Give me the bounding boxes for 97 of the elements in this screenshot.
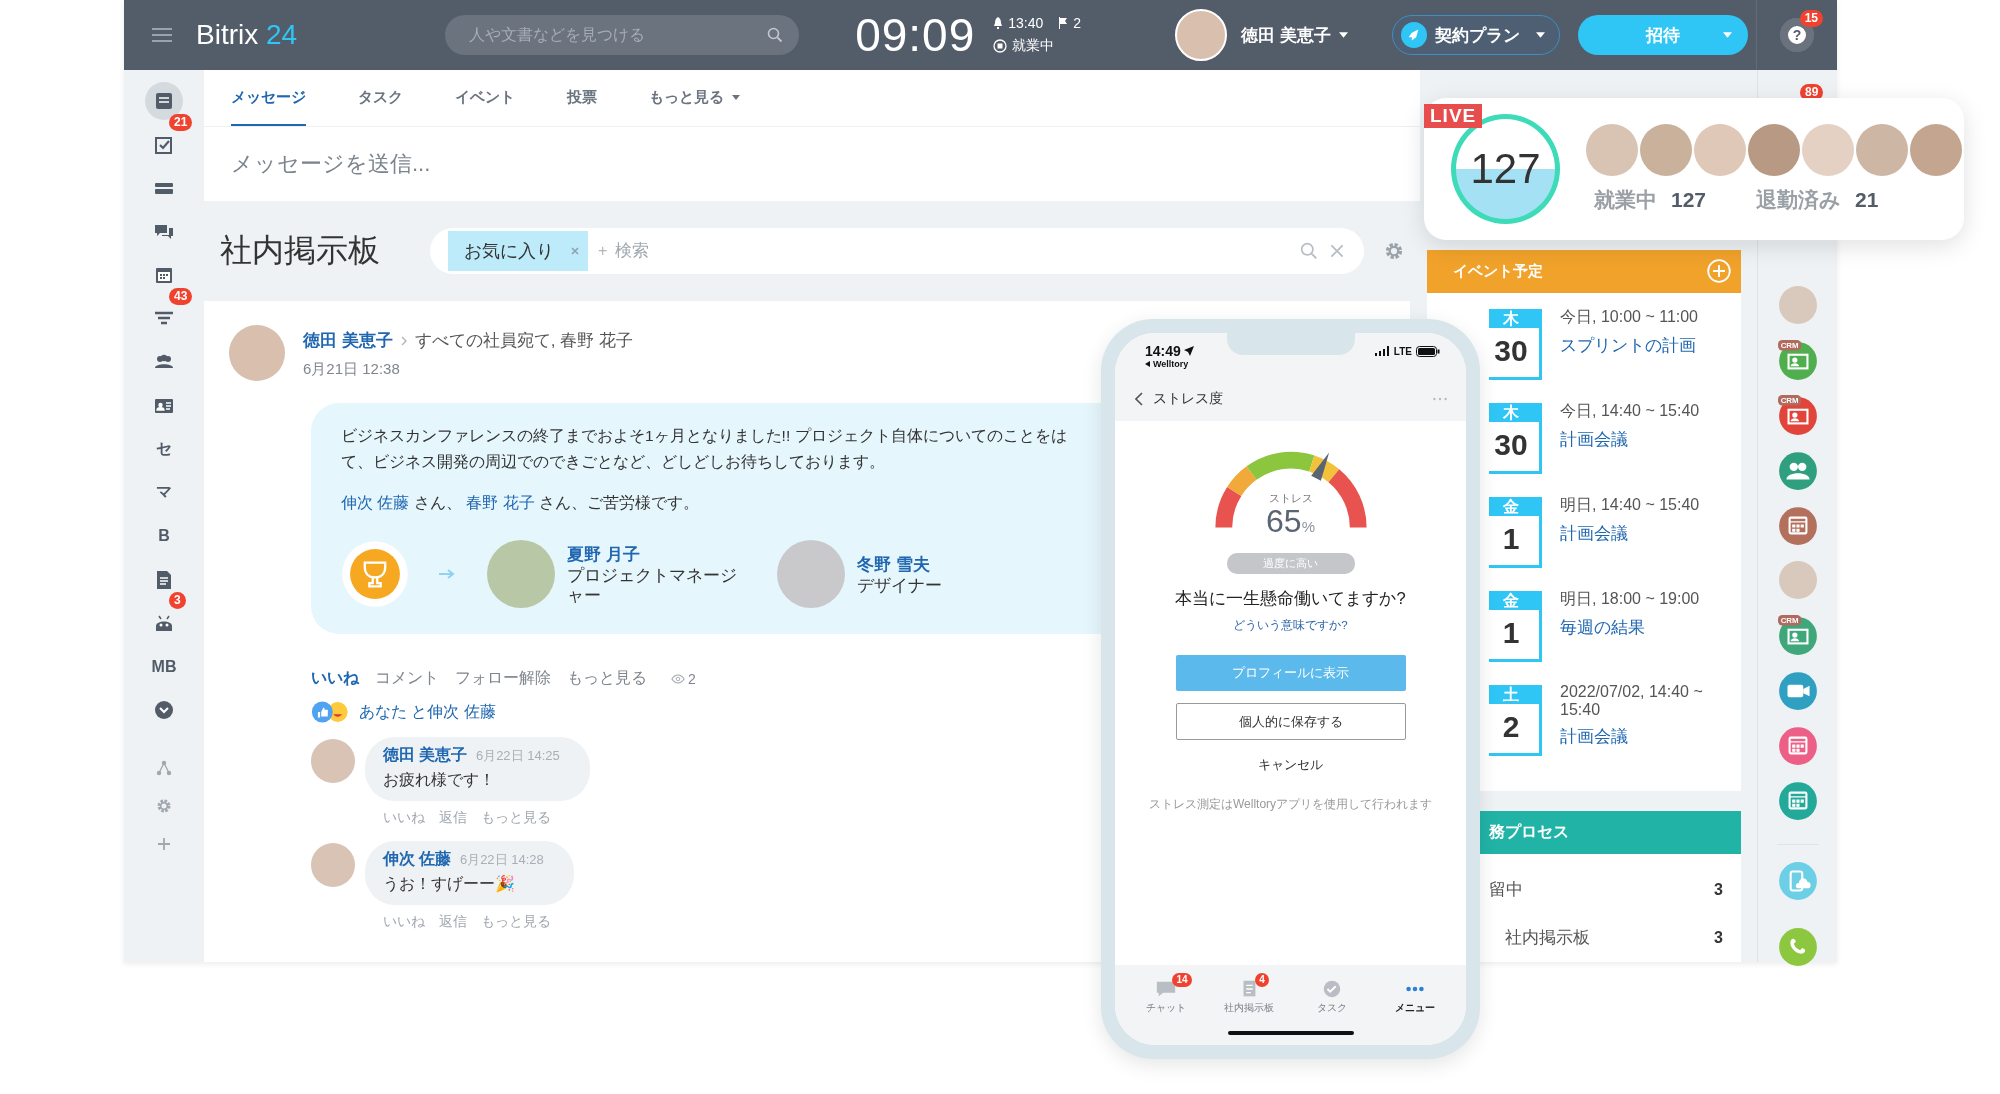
weekday-label: 金: [1489, 496, 1539, 516]
event-time: 今日, 14:40 ~ 15:40: [1560, 400, 1701, 421]
search-field[interactable]: 人や文書などを見つける: [445, 15, 800, 55]
working-count: 127: [1671, 188, 1707, 212]
post-text-line: て、ビジネス開発の周辺でのできごとなど、どしどしお待ちしております。: [341, 452, 886, 472]
event-time: 2022/07/02, 14:40 ~ 15:40: [1560, 682, 1704, 719]
feed-tab[interactable]: タスク: [358, 70, 403, 126]
commenter-name-link[interactable]: 伸次 佐藤: [383, 850, 452, 867]
day-number: 1: [1501, 615, 1521, 650]
post-date: 6月21日 12:38: [303, 360, 401, 379]
event-link[interactable]: 計画会議: [1560, 521, 1740, 545]
recipients: すべての社員宛て, 春野 花子: [414, 330, 633, 352]
events-title: イベント予定: [1453, 261, 1543, 281]
flag-count: 2: [1073, 15, 1082, 31]
mention-link[interactable]: 春野 花子: [466, 494, 535, 511]
likers-link[interactable]: あなた と伸次 佐藤: [359, 701, 496, 723]
clock[interactable]: 09:09: [855, 8, 976, 62]
app-logo[interactable]: Bitrix 24: [196, 19, 298, 51]
post-action-link[interactable]: フォロー解除: [455, 668, 551, 689]
working-label: 就業中: [1594, 187, 1657, 213]
gauge-label: ストレス: [1267, 491, 1314, 506]
day-number: 2: [1501, 709, 1521, 744]
network-type: LTE: [1393, 346, 1412, 357]
post-action-link[interactable]: コメント: [375, 668, 439, 689]
notification-badge: 15: [1799, 10, 1823, 27]
person-role: プロジェクトマネージャー: [567, 565, 737, 606]
work-status[interactable]: 就業中: [1012, 37, 1055, 55]
feed-tab[interactable]: 投票: [567, 70, 597, 126]
phone-tab[interactable]: 社内掲示板 4: [1211, 973, 1288, 1023]
search-input[interactable]: 検索: [613, 240, 1290, 262]
back-to-app-link[interactable]: Welltory: [1153, 359, 1189, 369]
person-role: デザイナー: [857, 575, 943, 596]
weekday-label: 金: [1489, 590, 1539, 610]
plan-button[interactable]: 契約プラン: [1391, 15, 1560, 55]
author-link[interactable]: 徳田 美恵子: [303, 329, 393, 352]
post-action-link[interactable]: もっと見る: [567, 668, 647, 689]
left-label: 退勤済み: [1756, 187, 1842, 213]
commenter-name-link[interactable]: 徳田 美恵子: [383, 746, 468, 763]
count-badge: 43: [169, 287, 193, 305]
event-link[interactable]: 計画会議: [1560, 724, 1740, 748]
comment-text: お疲れ様です！: [383, 770, 496, 790]
alarm-time: 13:40: [1008, 15, 1044, 31]
comment-text: うお！すげーー🎉: [383, 874, 516, 895]
count-badge: 21: [169, 113, 193, 131]
process-label[interactable]: 社内掲示板: [1489, 926, 1590, 950]
comment-time: 6月22日 14:25: [475, 748, 560, 763]
event-time: 明日, 14:40 ~ 15:40: [1560, 494, 1701, 515]
process-count: 3: [1714, 929, 1723, 947]
comment-time: 6月22日 14:28: [459, 852, 544, 867]
count-badge: 3: [169, 592, 186, 609]
event-link[interactable]: スプリントの計画: [1560, 333, 1740, 357]
question-text: 本当に一生懸命働いてますか?: [1175, 588, 1406, 609]
sidebar-item[interactable]: マ: [152, 480, 176, 505]
filter-search-field[interactable]: お気に入り + 検索: [430, 228, 1364, 274]
post-action-link[interactable]: いいね: [311, 668, 359, 689]
sidebar-item[interactable]: B: [152, 524, 176, 548]
person-name-link[interactable]: 夏野 月子: [567, 542, 737, 566]
stress-value: 65%: [1265, 503, 1316, 540]
count-badge: 14: [1172, 973, 1192, 987]
left-count: 21: [1855, 188, 1879, 212]
event-link[interactable]: 毎週の結果: [1560, 615, 1740, 639]
event-link[interactable]: 計画会議: [1560, 427, 1740, 451]
day-number: 1: [1501, 521, 1521, 556]
sidebar-item[interactable]: MB: [152, 654, 176, 679]
process-count: 3: [1714, 881, 1723, 899]
screen-title: ストレス度: [1153, 390, 1224, 408]
footnote: ストレス測定はWelltoryアプリを使用して行われます: [1148, 796, 1433, 813]
mention-link[interactable]: 伸次 佐藤: [341, 494, 410, 511]
phone-tab[interactable]: メニュー: [1376, 973, 1453, 1023]
phone-tab[interactable]: タスク: [1293, 973, 1370, 1023]
count-badge: 4: [1255, 973, 1269, 987]
weekday-label: 土: [1489, 684, 1539, 704]
filter-tag[interactable]: お気に入り: [448, 231, 588, 271]
day-number: 30: [1493, 427, 1529, 462]
attendance-count: 127: [1470, 145, 1541, 193]
view-count: 2: [688, 670, 696, 687]
search-input[interactable]: 人や文書などを見つける: [467, 25, 768, 45]
process-label[interactable]: 留中: [1489, 878, 1523, 902]
phone-tab[interactable]: チャット 14: [1128, 973, 1205, 1023]
weekday-label: 木: [1489, 402, 1539, 422]
feed-tab[interactable]: イベント: [455, 70, 515, 126]
weekday-label: 木: [1489, 308, 1539, 328]
event-time: 今日, 10:00 ~ 11:00: [1560, 306, 1699, 327]
save-privately-button[interactable]: 個人的に保存する: [1175, 703, 1406, 740]
feed-tab[interactable]: もっと見る: [649, 70, 740, 126]
post-text-line: ビジネスカンファレンスの終了までおよそ1ヶ月となりました!! プロジェクト自体についてのことをは: [341, 426, 1068, 446]
person-name-link[interactable]: 冬野 雪夫: [857, 552, 1027, 576]
sidebar-item[interactable]: セ: [152, 437, 176, 461]
page-title: 社内掲示板: [220, 231, 381, 270]
event-time: 明日, 18:00 ~ 19:00: [1560, 588, 1701, 609]
user-menu[interactable]: 徳田 美恵子: [1241, 23, 1331, 47]
phone-time: 14:49: [1145, 343, 1181, 359]
explanation-link[interactable]: どういう意味ですか?: [1233, 618, 1348, 633]
live-badge: LIVE: [1424, 104, 1483, 128]
process-title: 務プロセス: [1489, 821, 1569, 842]
day-number: 30: [1493, 333, 1529, 368]
cancel-button[interactable]: キャンセル: [1250, 754, 1331, 776]
